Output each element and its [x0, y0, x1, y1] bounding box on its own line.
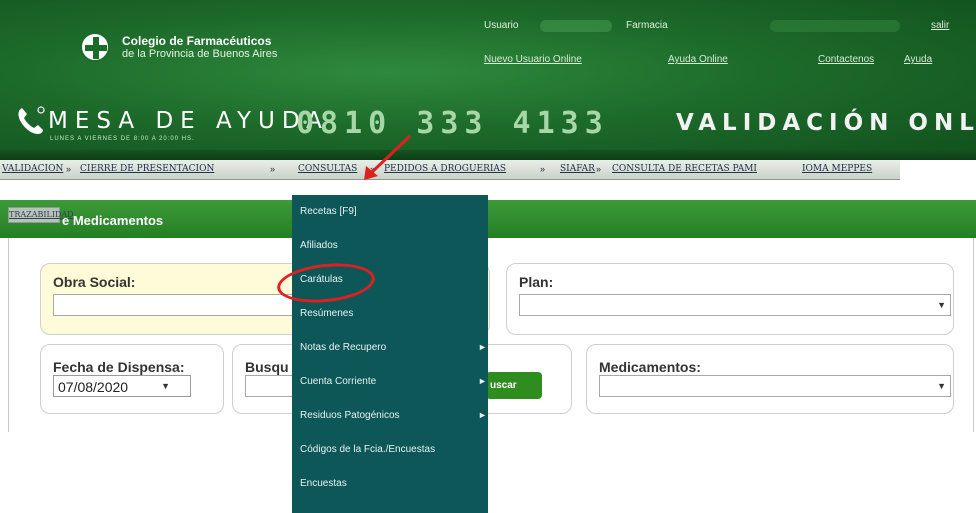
usuario-label: Usuario — [484, 20, 519, 31]
validacion-online-title: VALIDACIÓN ONLINE — [676, 110, 976, 136]
mesa-de-ayuda-title: MESA DE AYUDA — [48, 108, 329, 134]
main-menu-bar: VALIDACION » CIERRE DE PRESENTACION » CO… — [0, 160, 900, 180]
dropdown-item-codigos-encuestas[interactable]: Códigos de la Fcia./Encuestas — [292, 433, 488, 467]
chevron-right-icon: ► — [478, 376, 487, 386]
menu-consulta-recetas-pami[interactable]: CONSULTA DE RECETAS PAMI — [612, 164, 757, 174]
dropdown-arrow-icon: ▼ — [937, 381, 946, 391]
dropdown-item-label: Códigos de la Fcia./Encuestas — [300, 444, 436, 455]
help-phone-number: 0810 333 4133 — [296, 106, 609, 141]
ayuda-online-link[interactable]: Ayuda Online — [668, 54, 728, 65]
menu-separator: » — [540, 164, 546, 174]
dropdown-item-residuos-patogenicos[interactable]: Residuos Patogénicos ► — [292, 399, 488, 433]
usuario-value-redacted — [540, 20, 612, 32]
salir-link[interactable]: salir — [931, 20, 949, 31]
contactenos-link[interactable]: Contactenos — [818, 54, 874, 65]
farmacia-label: Farmacia — [626, 20, 668, 31]
dropdown-item-label: Resúmenes — [300, 308, 354, 319]
busqueda-label: Busqu — [245, 359, 289, 375]
chevron-right-icon: ► — [478, 410, 487, 420]
menu-separator: » — [596, 164, 602, 174]
dropdown-item-recetas[interactable]: Recetas [F9] — [292, 195, 488, 229]
menu-ioma-meppes[interactable]: IOMA MEPPES — [802, 164, 872, 174]
fecha-dispensa-select[interactable]: 07/08/2020 ▼ — [53, 375, 191, 397]
app-root: Colegio de Farmacéuticos de la Provincia… — [0, 0, 976, 513]
menu-validacion[interactable]: VALIDACION — [2, 164, 63, 174]
dropdown-item-label: Encuestas — [300, 478, 347, 489]
fecha-dispensa-label: Fecha de Dispensa: — [53, 359, 185, 375]
dropdown-item-label: Recetas [F9] — [300, 206, 357, 217]
dropdown-item-afiliados[interactable]: Afiliados — [292, 229, 488, 263]
dropdown-item-label: Notas de Recupero — [300, 342, 387, 353]
plan-label: Plan: — [519, 274, 554, 290]
medicamentos-label: Medicamentos: — [599, 359, 701, 375]
medicamentos-box: Medicamentos: ▼ — [586, 344, 954, 414]
obra-social-label: Obra Social: — [53, 274, 136, 290]
dropdown-item-label: Residuos Patogénicos — [300, 410, 400, 421]
plan-select[interactable]: ▼ — [519, 294, 951, 316]
pharmacy-cross-logo-icon — [80, 32, 110, 62]
nuevo-usuario-link[interactable]: Nuevo Usuario Online — [484, 54, 582, 65]
menu-siafar[interactable]: SIAFAR — [560, 164, 595, 174]
annotation-red-arrow — [364, 134, 412, 180]
phone-icon — [18, 106, 45, 134]
mesa-de-ayuda-hours: LUNES A VIERNES DE 8:00 A 20:00 HS. — [50, 136, 195, 142]
menu-consultas[interactable]: CONSULTAS — [298, 164, 357, 174]
ayuda-link[interactable]: Ayuda — [904, 54, 932, 65]
logo-subtitle: de la Provincia de Buenos Aires — [122, 48, 278, 60]
medicamentos-select[interactable]: ▼ — [599, 375, 951, 397]
chevron-right-icon: ► — [478, 342, 487, 352]
logo-title: Colegio de Farmacéuticos — [122, 34, 272, 48]
menu-cierre-presentacion[interactable]: CIERRE DE PRESENTACION — [80, 164, 214, 174]
fecha-dispensa-box: Fecha de Dispensa: 07/08/2020 ▼ — [40, 344, 224, 414]
farmacia-value-redacted — [770, 20, 900, 32]
fecha-dispensa-value: 07/08/2020 — [58, 379, 129, 395]
busqueda-input[interactable] — [245, 375, 295, 397]
plan-box: Plan: ▼ — [506, 263, 954, 335]
dropdown-item-label: Cuenta Corriente — [300, 376, 377, 387]
college-logo[interactable]: Colegio de Farmacéuticos de la Provincia… — [72, 28, 332, 76]
menu-separator: » — [66, 164, 72, 174]
consultas-dropdown-menu: Recetas [F9] Afiliados Carátulas Resúmen… — [292, 195, 488, 513]
dropdown-item-encuestas[interactable]: Encuestas — [292, 467, 488, 501]
buscar-button[interactable]: uscar — [486, 372, 542, 399]
dropdown-item-label: Afiliados — [300, 240, 338, 251]
dropdown-item-cuenta-corriente[interactable]: Cuenta Corriente ► — [292, 365, 488, 399]
page-title: e Medicamentos — [62, 213, 164, 228]
dropdown-arrow-icon: ▼ — [937, 300, 946, 310]
menu-trazabilidad[interactable]: TRAZABILIDAD — [8, 207, 74, 223]
menu-separator: » — [270, 164, 276, 174]
site-header: Colegio de Farmacéuticos de la Provincia… — [0, 0, 976, 160]
dropdown-arrow-icon: ▼ — [161, 381, 170, 391]
dropdown-item-notas-recupero[interactable]: Notas de Recupero ► — [292, 331, 488, 365]
